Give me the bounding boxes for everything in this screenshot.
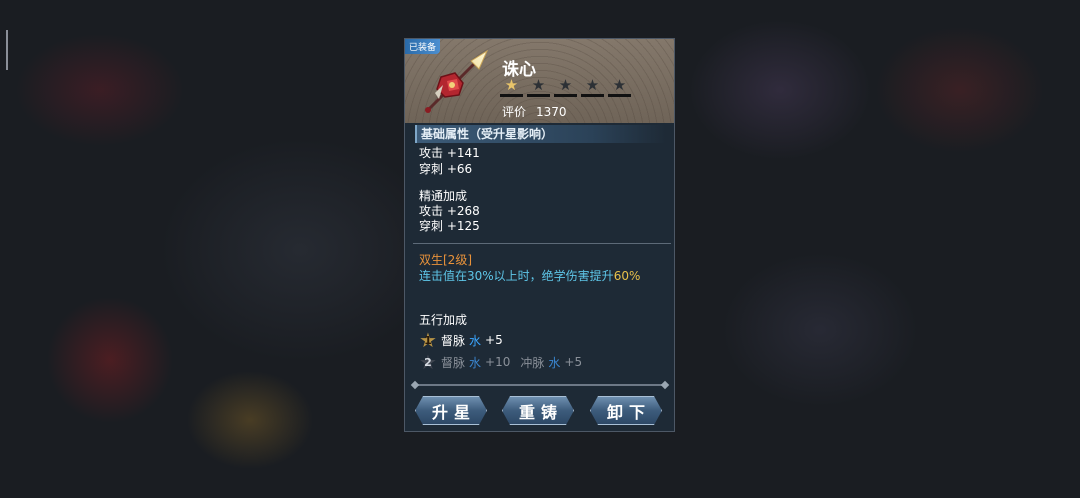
skill-name: 双生[2级] [419, 253, 472, 267]
reforge-button[interactable]: 重铸 [502, 396, 574, 425]
rating-value: 1370 [536, 105, 567, 119]
skill-description: 连击值在30%以上时，绝学伤害提升60% [419, 268, 659, 285]
meridian-value: +10 [485, 355, 511, 369]
element-water: 水 [469, 355, 482, 370]
level-badge-icon: ★ 1 [419, 330, 437, 350]
edge-indicator [6, 30, 8, 70]
star-icon-empty: ★ [527, 77, 550, 97]
level-badge-icon: ★ 2 [419, 352, 437, 372]
skill-desc-highlight: 60% [613, 269, 641, 283]
meridian-value: +5 [485, 333, 503, 347]
meridian-name: 督脉 [441, 333, 466, 348]
star-icon-filled: ★ [500, 77, 523, 97]
upgrade-star-button[interactable]: 升星 [415, 396, 487, 425]
element-water: 水 [548, 355, 561, 370]
base-stat-pierce: 穿刺 +66 [419, 162, 473, 176]
star-rating: ★ ★ ★ ★ ★ [500, 77, 631, 97]
five-elements-row: ★ 2 督脉水 +10 冲脉水 +5 [419, 352, 583, 372]
meridian-name: 督脉 [441, 355, 466, 370]
scrollbar[interactable] [415, 384, 665, 386]
spear-weapon-icon[interactable] [419, 49, 489, 117]
mastery-stat-pierce: 穿刺 +125 [419, 219, 480, 233]
equipment-detail-panel: 已装备 诛心 ★ ★ ★ ★ ★ 评价 1370 基础属性（受升星影响） 攻击 … [404, 38, 675, 432]
five-elements-title: 五行加成 [419, 313, 468, 327]
star-icon-empty: ★ [608, 77, 631, 97]
badge-number: 2 [424, 355, 432, 369]
skill-desc-text: 连击值在30%以上时，绝学伤害提升 [419, 269, 614, 283]
meridian-name: 冲脉 [520, 355, 545, 370]
meridian-value: +5 [564, 355, 583, 369]
element-water: 水 [469, 333, 482, 348]
rating: 评价 1370 [502, 103, 567, 120]
base-stat-attack: 攻击 +141 [419, 146, 480, 160]
five-elements-row: ★ 1 督脉水 +5 [419, 330, 503, 350]
unequip-button[interactable]: 卸下 [590, 396, 662, 425]
rating-label: 评价 [502, 105, 527, 119]
base-attributes-header: 基础属性（受升星影响） [415, 125, 666, 143]
star-icon-empty: ★ [554, 77, 577, 97]
star-icon-empty: ★ [581, 77, 604, 97]
badge-number: 1 [424, 333, 432, 347]
section-divider [413, 243, 671, 244]
item-header: 已装备 诛心 ★ ★ ★ ★ ★ 评价 1370 [405, 39, 674, 123]
